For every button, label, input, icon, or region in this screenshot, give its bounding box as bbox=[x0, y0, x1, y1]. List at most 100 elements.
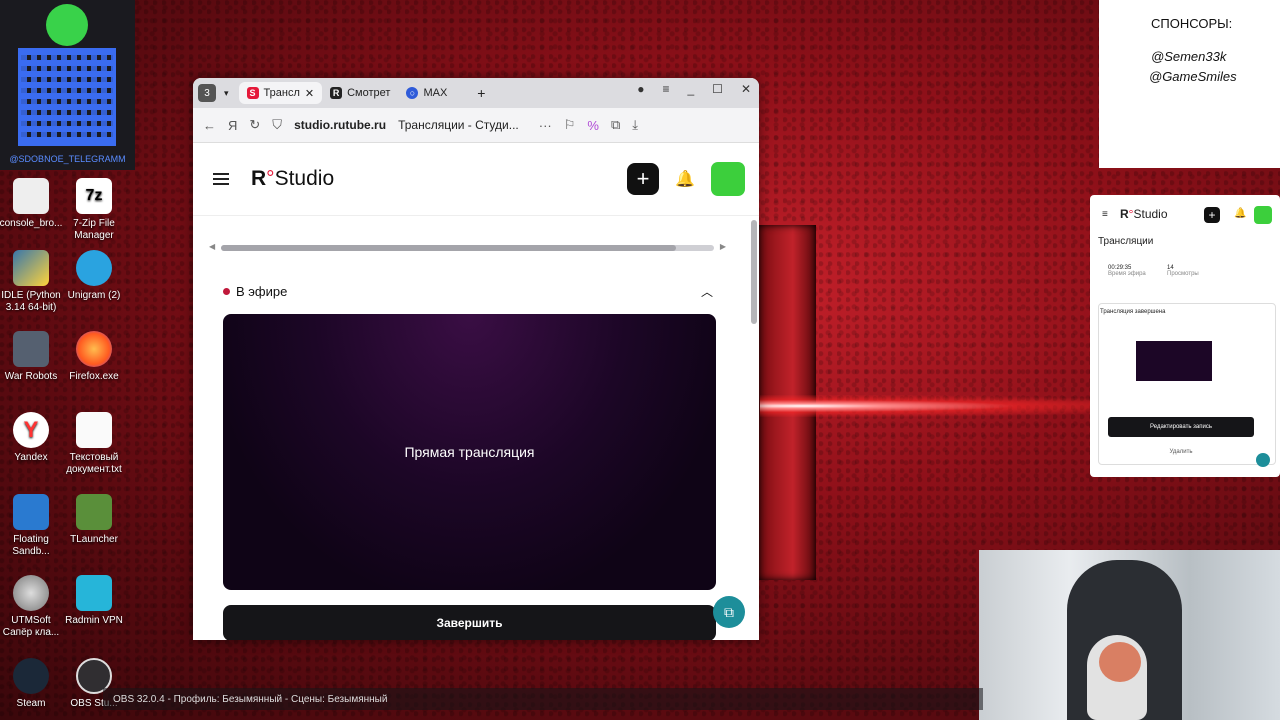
desktop-icon-label: IDLE (Python 3.14 64-bit) bbox=[1, 290, 61, 313]
mine-icon bbox=[13, 575, 49, 611]
reload-icon[interactable]: ↻ bbox=[249, 117, 260, 133]
bell-icon: 🔔 bbox=[1234, 208, 1247, 219]
hamburger-menu-icon[interactable] bbox=[213, 173, 229, 185]
desktop-icon-label: 7-Zip File Manager bbox=[73, 218, 115, 241]
rutube-studio-logo[interactable]: R°Studio bbox=[251, 167, 334, 191]
radmin-icon bbox=[76, 575, 112, 611]
desktop-icon-console[interactable]: console_bro... bbox=[0, 178, 66, 230]
preview-edit-button: Редактировать запись bbox=[1108, 417, 1254, 437]
chevron-up-icon[interactable]: ︿ bbox=[701, 283, 713, 300]
page-title-text: Трансляции - Студи... bbox=[398, 118, 519, 132]
preview-card-title: Трансляция завершена bbox=[1100, 309, 1166, 315]
max-favicon-icon: ○ bbox=[406, 87, 419, 99]
grass-block-icon bbox=[76, 494, 112, 530]
desktop-icon-7zip[interactable]: 7z 7-Zip File Manager bbox=[59, 178, 129, 242]
minimize-icon[interactable]: _ bbox=[687, 82, 694, 96]
back-icon[interactable]: ← bbox=[203, 118, 216, 133]
webcam-overlay bbox=[979, 550, 1280, 720]
yandex-icon[interactable]: Я bbox=[228, 118, 237, 133]
new-tab-icon[interactable]: + bbox=[477, 85, 485, 101]
create-button[interactable]: + bbox=[627, 163, 659, 195]
desktop-icon-yandex[interactable]: Y Yandex bbox=[0, 412, 66, 464]
desktop-icon-firefox[interactable]: Firefox.exe bbox=[59, 331, 129, 383]
horizontal-scrollbar[interactable]: ◀ ▶ bbox=[205, 242, 730, 252]
telegram-icon bbox=[76, 250, 112, 286]
desktop-icon-label: Yandex bbox=[14, 452, 48, 463]
desktop-icon-label: Steam bbox=[16, 698, 46, 709]
support-chat-icon bbox=[1256, 453, 1270, 467]
avatar bbox=[1254, 206, 1272, 224]
extension-icon[interactable]: % bbox=[587, 118, 599, 133]
desktop-icon-utmsoft[interactable]: UTMSoft Сапёр кла... bbox=[0, 575, 66, 639]
desktop-icon-label: Floating Sandb... bbox=[12, 534, 50, 557]
menu-icon[interactable]: ≡ bbox=[662, 82, 669, 96]
desktop-icon-radmin[interactable]: Radmin VPN bbox=[59, 575, 129, 627]
bell-icon[interactable]: 🔔 bbox=[671, 165, 699, 193]
desktop-icon-label: Текстовый документ.txt bbox=[66, 452, 122, 475]
desktop-icon-textfile[interactable]: Текстовый документ.txt bbox=[59, 412, 129, 476]
desktop-icon-steam[interactable]: Steam bbox=[0, 658, 66, 710]
python-icon bbox=[13, 250, 49, 286]
finish-button[interactable]: Завершить bbox=[223, 605, 716, 640]
tab-label: Смотрет bbox=[347, 87, 391, 99]
desktop-icon-war-robots[interactable]: War Robots bbox=[0, 331, 66, 383]
close-icon[interactable]: ✕ bbox=[305, 87, 314, 100]
scroll-right-icon[interactable]: ▶ bbox=[720, 242, 726, 251]
bookmark-icon[interactable]: ⚐ bbox=[564, 117, 576, 133]
chevron-down-icon[interactable]: ▾ bbox=[224, 88, 229, 99]
tab-label: Трансл bbox=[263, 87, 300, 99]
rutube-favicon-icon: R bbox=[330, 87, 343, 99]
maximize-icon[interactable]: ☐ bbox=[712, 82, 723, 96]
close-window-icon[interactable]: ✕ bbox=[741, 82, 751, 96]
sponsors-panel: СПОНСОРЫ: @Semen33k @GameSmiles bbox=[1099, 0, 1280, 168]
url-text[interactable]: studio.rutube.ru bbox=[294, 118, 386, 132]
live-dot-icon bbox=[223, 288, 230, 295]
desktop-icon-tlauncher[interactable]: TLauncher bbox=[59, 494, 129, 546]
scroll-left-icon[interactable]: ◀ bbox=[209, 242, 215, 251]
download-icon[interactable]: ⤓ bbox=[632, 117, 638, 133]
vertical-scrollbar[interactable] bbox=[751, 220, 757, 324]
ship-icon bbox=[13, 494, 49, 530]
war-robots-icon bbox=[13, 331, 49, 367]
desktop-icon-label: Unigram (2) bbox=[67, 290, 121, 301]
desktop-icon-label: console_bro... bbox=[0, 218, 63, 229]
tab-max[interactable]: ○ MAX bbox=[398, 82, 455, 104]
preview-stat-count: 14 Просмотры bbox=[1167, 265, 1199, 277]
sponsors-title: СПОНСОРЫ: bbox=[1151, 16, 1233, 31]
section-title: В эфире bbox=[236, 284, 288, 299]
site-header: R°Studio + 🔔 bbox=[193, 143, 759, 216]
scroll-thumb[interactable] bbox=[221, 245, 676, 251]
rutube-studio-logo: R°Studio bbox=[1120, 207, 1168, 221]
streamer-face bbox=[1099, 642, 1141, 682]
desktop-icon-idle[interactable]: IDLE (Python 3.14 64-bit) bbox=[0, 250, 66, 314]
support-chat-icon[interactable]: ⧉ bbox=[713, 596, 745, 628]
desktop-icon-unigram[interactable]: Unigram (2) bbox=[59, 250, 129, 302]
desktop-icon-floating-sandbox[interactable]: Floating Sandb... bbox=[0, 494, 66, 558]
video-player[interactable]: Прямая трансляция bbox=[223, 314, 716, 590]
address-bar: ← Я ↻ ⛉ studio.rutube.ru Трансляции - Ст… bbox=[193, 108, 759, 143]
create-button: + bbox=[1204, 207, 1220, 223]
rutube-studio-favicon-icon: S bbox=[246, 87, 259, 99]
live-section-header[interactable]: В эфире ︿ bbox=[223, 283, 713, 300]
desktop-icon-label: Firefox.exe bbox=[69, 371, 119, 382]
text-file-icon bbox=[76, 412, 112, 448]
avatar[interactable] bbox=[711, 162, 745, 196]
desktop-icon-label: Radmin VPN bbox=[65, 615, 123, 626]
desktop-icon-label: UTMSoft Сапёр кла... bbox=[2, 615, 60, 638]
collections-icon[interactable]: ⧉ bbox=[611, 117, 620, 133]
shield-icon: ⛉ bbox=[272, 117, 283, 132]
preview-video bbox=[1136, 341, 1212, 381]
tab-count[interactable]: 3 bbox=[198, 84, 216, 102]
qr-code bbox=[18, 48, 116, 146]
tab-label: MAX bbox=[423, 87, 448, 99]
profile-icon[interactable]: ● bbox=[637, 82, 644, 96]
telegram-qr-overlay: @SDOBNOE_TELEGRAMM bbox=[0, 0, 135, 170]
hamburger-menu-icon: ≡ bbox=[1102, 209, 1108, 220]
browser-window: 3 ▾ S Трансл ✕ R Смотрет ○ MAX + ● ≡ _ ☐… bbox=[193, 78, 759, 640]
desktop-icon-label: War Robots bbox=[4, 371, 58, 382]
preview-card bbox=[1098, 303, 1276, 465]
tab-streams[interactable]: S Трансл ✕ bbox=[238, 82, 323, 104]
more-icon[interactable]: ··· bbox=[539, 118, 552, 133]
preview-stat-time: 00:29:35 Время эфира bbox=[1108, 265, 1146, 277]
tab-watch[interactable]: R Смотрет bbox=[322, 82, 398, 104]
